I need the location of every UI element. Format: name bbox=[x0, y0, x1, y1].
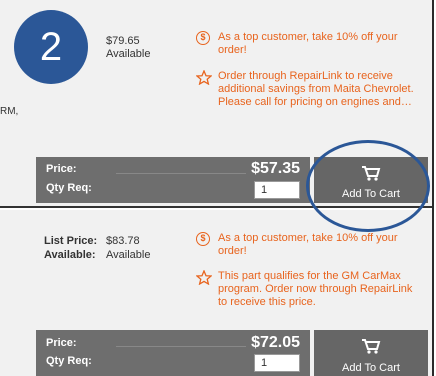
carmax-line-1: This part qualifies for the GM CarMax bbox=[218, 270, 401, 282]
star-outline-icon bbox=[196, 70, 212, 85]
price-divider bbox=[116, 173, 246, 174]
list-price-value: $79.65 bbox=[106, 35, 140, 47]
price-value: $72.05 bbox=[251, 334, 300, 351]
promo-line-1: As a top customer, take 10% off your bbox=[218, 232, 398, 244]
step-number-badge: 2 bbox=[14, 10, 88, 84]
list-price-label: List Price: bbox=[44, 235, 98, 247]
add-to-cart-label: Add To Cart bbox=[342, 362, 400, 374]
carmax-line-2: program. Order now through RepairLink bbox=[218, 283, 413, 295]
price-label: Price: bbox=[46, 163, 77, 175]
price-bar-1: Price: $57.35 Qty Req: 1 bbox=[36, 157, 310, 203]
shopping-cart-icon bbox=[362, 339, 381, 354]
available-value: Available bbox=[106, 249, 151, 261]
highlight-circle-annotation bbox=[306, 140, 430, 232]
promo-order-line-3: Please call for pricing on engines and… bbox=[218, 96, 412, 108]
qty-input[interactable]: 1 bbox=[254, 181, 300, 199]
qty-label: Qty Req: bbox=[46, 182, 92, 194]
list-price-value: $83.78 bbox=[106, 235, 140, 247]
available-label: Available: bbox=[44, 249, 96, 261]
qty-input[interactable]: 1 bbox=[254, 354, 300, 372]
promo-order-line-1: Order through RepairLink to receive bbox=[218, 70, 393, 82]
promo-top-customer-text: As a top customer, take 10% off your ord… bbox=[218, 31, 398, 56]
qty-label: Qty Req: bbox=[46, 355, 92, 367]
price-divider bbox=[116, 346, 246, 347]
promo-order-line-2: additional savings from Maita Chevrolet. bbox=[218, 83, 414, 95]
dollar-circle-icon: $ bbox=[196, 232, 210, 246]
dollar-circle-icon: $ bbox=[196, 31, 210, 45]
price-bar-2: Price: $72.05 Qty Req: 1 bbox=[36, 330, 310, 376]
promo-line-2: order! bbox=[218, 245, 247, 257]
price-value: $57.35 bbox=[251, 160, 300, 177]
availability-value: Available bbox=[106, 48, 151, 60]
part-card-2: List Price: $83.78 Available: Available … bbox=[0, 210, 432, 376]
price-label: Price: bbox=[46, 337, 77, 349]
truncated-description: RM, bbox=[0, 106, 19, 117]
star-outline-icon bbox=[196, 270, 212, 285]
carmax-line-3: to receive this price. bbox=[218, 296, 316, 308]
add-to-cart-button[interactable]: Add To Cart bbox=[314, 330, 428, 376]
